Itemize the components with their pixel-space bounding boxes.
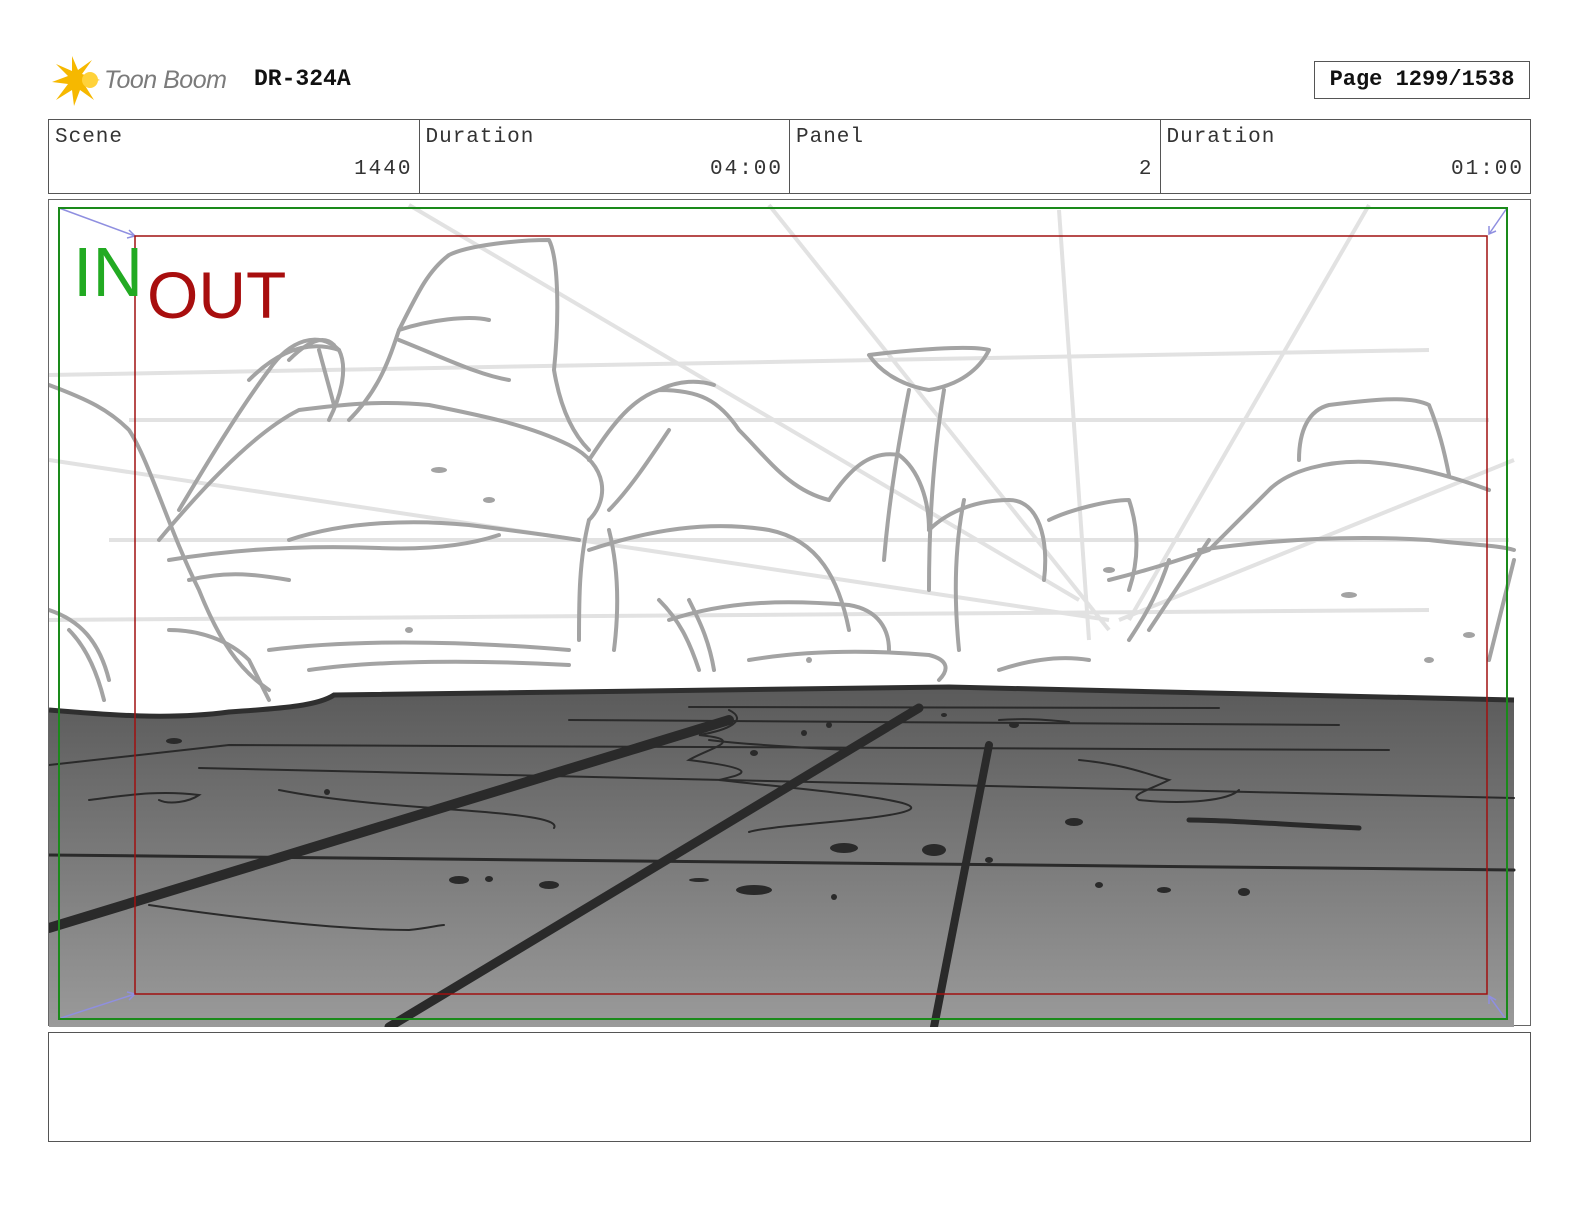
scene-label: Scene — [55, 126, 124, 149]
scene-duration-label: Duration — [425, 126, 535, 149]
scene-info-table: Scene 1440 Duration 04:00 Panel 2 Durati… — [48, 119, 1531, 194]
panel-notes — [48, 1032, 1531, 1142]
panel-duration-label: Duration — [1166, 126, 1276, 149]
scene-duration-value: 04:00 — [709, 158, 783, 181]
out-label: OUT — [147, 258, 286, 332]
storyboard-panel: IN OUT — [48, 199, 1531, 1027]
in-label: IN — [73, 233, 143, 311]
scene-cell: Scene 1440 — [49, 120, 420, 193]
scene-duration-cell: Duration 04:00 — [420, 120, 790, 193]
rock-dashes — [405, 467, 1475, 663]
page-indicator: Page 1299/1538 — [1314, 61, 1530, 99]
panel-sketch: IN OUT — [49, 203, 1516, 1027]
document-id: DR-324A — [254, 66, 351, 92]
logo-text: Toon Boom — [104, 66, 227, 94]
panel-value: 2 — [1138, 158, 1154, 181]
panel-label: Panel — [796, 126, 865, 149]
starburst-icon — [52, 56, 100, 106]
panel-duration-value: 01:00 — [1450, 158, 1524, 181]
panel-duration-cell: Duration 01:00 — [1161, 120, 1531, 193]
panel-cell: Panel 2 — [790, 120, 1161, 193]
toon-boom-logo: Toon Boom — [52, 56, 242, 106]
scene-value: 1440 — [354, 158, 413, 181]
